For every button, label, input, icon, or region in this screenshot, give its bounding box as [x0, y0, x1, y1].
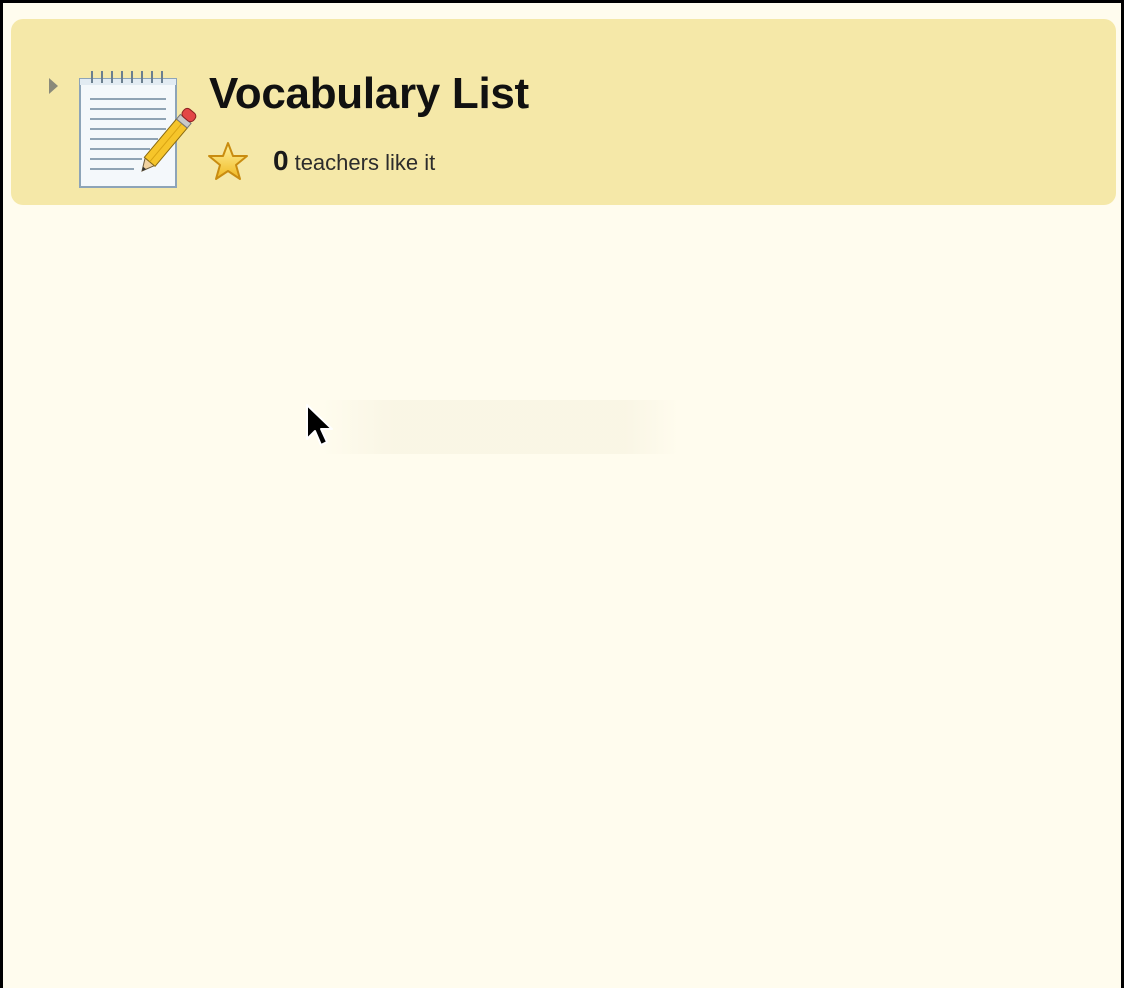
notepad-with-pencil-icon [79, 71, 197, 188]
likes-label: teachers like it [294, 150, 436, 175]
resource-card[interactable]: Vocabulary List 0 teachers like it [11, 19, 1116, 205]
likes-counter: 0 teachers like it [273, 145, 435, 177]
hover-highlight [321, 400, 679, 454]
likes-count: 0 [273, 145, 289, 176]
page-canvas: Vocabulary List 0 teachers like it [3, 3, 1121, 988]
expand-arrow-icon[interactable] [49, 78, 58, 94]
mouse-pointer-icon [306, 404, 333, 446]
star-icon[interactable] [207, 141, 249, 181]
card-title[interactable]: Vocabulary List [209, 69, 529, 119]
